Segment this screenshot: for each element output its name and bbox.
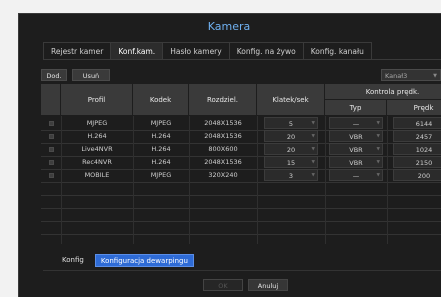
remove-button[interactable]: Usuń [72, 69, 110, 81]
profile-cell: H.264 [87, 132, 107, 140]
chevron-down-icon: ▼ [376, 173, 380, 178]
add-button[interactable]: Dod. [41, 69, 67, 81]
row-checkbox[interactable] [49, 121, 54, 126]
bottom-tab-bar: Konfig Konfiguracja dewarpingu [57, 254, 194, 267]
fps-header: Klatek/sek [257, 84, 325, 116]
fps-value: 20 [286, 133, 296, 141]
fps-select[interactable]: 5 ▼ [264, 117, 318, 129]
codec-cell: H.264 [151, 158, 171, 166]
chevron-down-icon: ▼ [311, 134, 315, 139]
type-select[interactable]: VBR ▼ [329, 143, 383, 155]
codec-cell: H.264 [151, 132, 171, 140]
column-divider [325, 116, 326, 244]
chevron-down-icon: ▼ [376, 121, 380, 126]
resolution-header: Rozdziel. [189, 84, 257, 116]
fps-value: 15 [286, 159, 296, 167]
codec-header: Kodek [133, 84, 189, 116]
speed-input[interactable]: 1024 [393, 143, 441, 155]
bitrate-group-header: Kontrola prędk. [325, 84, 441, 100]
checkbox-header [41, 84, 61, 116]
row-checkbox[interactable] [49, 147, 54, 152]
tab-channel-config[interactable]: Konfig. kanału [302, 42, 372, 59]
fps-select[interactable]: 20 ▼ [264, 143, 318, 155]
codec-cell: MJPEG [150, 171, 172, 179]
speed-input[interactable]: 2150 [393, 156, 441, 168]
type-value: VBR [349, 146, 363, 154]
tab-divider [43, 59, 441, 60]
type-value: VBR [349, 133, 363, 141]
speed-header: Prędk [387, 100, 441, 116]
type-value: — [352, 172, 360, 180]
fps-select[interactable]: 20 ▼ [264, 130, 318, 142]
column-divider [257, 116, 258, 244]
cancel-button[interactable]: Anuluj [248, 279, 288, 291]
type-select[interactable]: VBR ▼ [329, 156, 383, 168]
column-divider [133, 116, 134, 244]
row-checkbox[interactable] [49, 134, 54, 139]
profile-cell: MJPEG [86, 119, 108, 127]
codec-cell: H.264 [151, 145, 171, 153]
type-select[interactable]: — ▼ [329, 169, 383, 181]
column-divider [189, 116, 190, 244]
fps-select[interactable]: 15 ▼ [264, 156, 318, 168]
resolution-cell: 2048X1536 [204, 119, 242, 127]
resolution-cell: 2048X1536 [204, 132, 242, 140]
profile-cell: Rec4NVR [82, 158, 112, 166]
speed-input[interactable]: 200 [393, 169, 441, 181]
type-select[interactable]: — ▼ [329, 117, 383, 129]
resolution-cell: 320X240 [208, 171, 238, 179]
speed-value: 1024 [415, 146, 433, 154]
chevron-down-icon: ▼ [376, 134, 380, 139]
channel-select[interactable]: Kanał3 ▼ [381, 69, 441, 81]
profile-cell: Live4NVR [81, 145, 113, 153]
resolution-cell: 2048X1536 [204, 158, 242, 166]
chevron-down-icon: ▼ [376, 160, 380, 165]
chevron-down-icon: ▼ [376, 147, 380, 152]
type-header: Typ [325, 100, 387, 116]
resolution-cell: 800X600 [208, 145, 238, 153]
speed-input[interactable]: 6144 [393, 117, 441, 129]
tab-bar: Rejestr kamer Konf.kam. Hasło kamery Kon… [43, 42, 372, 59]
fps-value: 3 [288, 172, 294, 180]
camera-window: Kamera Rejestr kamer Konf.kam. Hasło kam… [18, 13, 441, 297]
speed-value: 200 [417, 172, 431, 180]
chevron-down-icon: ▼ [311, 160, 315, 165]
row-divider [41, 234, 441, 235]
column-divider [61, 116, 62, 244]
row-checkbox[interactable] [49, 173, 54, 178]
type-select[interactable]: VBR ▼ [329, 130, 383, 142]
chevron-down-icon: ▼ [433, 73, 437, 79]
chevron-down-icon: ▼ [311, 173, 315, 178]
fps-select[interactable]: 3 ▼ [264, 169, 318, 181]
profile-cell: MOBILE [84, 171, 110, 179]
ok-button[interactable]: OK [203, 279, 243, 291]
profile-header: Profil [61, 84, 133, 116]
row-divider [41, 182, 441, 183]
type-value: VBR [349, 159, 363, 167]
column-divider [387, 116, 388, 244]
tab-camera-register[interactable]: Rejestr kamer [43, 42, 112, 59]
row-checkbox[interactable] [49, 160, 54, 165]
speed-input[interactable]: 2457 [393, 130, 441, 142]
tab-camera-config[interactable]: Konf.kam. [110, 42, 164, 59]
row-divider [41, 195, 441, 196]
tab-config[interactable]: Konfig [57, 254, 89, 267]
row-divider [41, 221, 441, 222]
row-divider [41, 208, 441, 209]
fps-value: 20 [286, 146, 296, 154]
speed-value: 6144 [415, 120, 433, 128]
chevron-down-icon: ▼ [311, 121, 315, 126]
fps-value: 5 [288, 120, 294, 128]
tab-live-config[interactable]: Konfig. na żywo [228, 42, 304, 59]
window-title: Kamera [207, 20, 251, 33]
tab-dewarping-config[interactable]: Konfiguracja dewarpingu [94, 254, 194, 267]
speed-value: 2457 [415, 133, 433, 141]
codec-cell: MJPEG [150, 119, 172, 127]
speed-value: 2150 [415, 159, 433, 167]
tab-camera-password[interactable]: Hasło kamery [162, 42, 230, 59]
type-value: — [352, 120, 360, 128]
footer-divider [43, 270, 441, 271]
chevron-down-icon: ▼ [311, 147, 315, 152]
channel-select-value: Kanał3 [385, 72, 408, 80]
